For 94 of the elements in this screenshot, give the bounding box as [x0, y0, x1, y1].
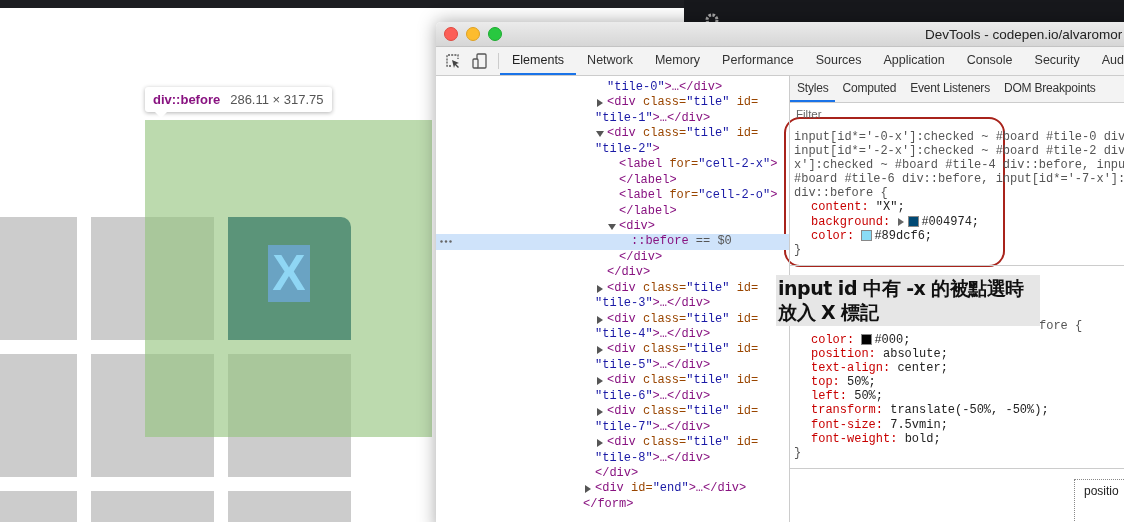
dom-node-line[interactable]: "tile-4">…</div>: [595, 327, 711, 343]
css-property[interactable]: top:: [811, 375, 840, 390]
dom-node-line[interactable]: <div class="tile" id=: [607, 342, 759, 358]
dom-node-line[interactable]: <div class="tile" id=: [607, 373, 759, 389]
dom-node-line[interactable]: <div class="tile" id=: [607, 404, 759, 420]
panel-tab[interactable]: Memory: [643, 47, 712, 75]
css-value[interactable]: center;: [897, 361, 948, 376]
panel-tab[interactable]: Security: [1023, 47, 1091, 75]
css-value[interactable]: "X";: [875, 200, 905, 215]
collapsed-arrow-icon[interactable]: [596, 346, 604, 355]
panel-tab[interactable]: Sources: [804, 47, 873, 75]
color-swatch[interactable]: [861, 334, 873, 346]
css-property[interactable]: color:: [811, 332, 855, 348]
sidebar-tab[interactable]: Styles: [790, 76, 836, 102]
box-model: positio: [1074, 478, 1124, 522]
dom-node-line[interactable]: "tile-8">…</div>: [595, 450, 711, 466]
css-brace: }: [794, 445, 803, 460]
panel-tab[interactable]: Network: [576, 47, 644, 75]
collapsed-arrow-icon[interactable]: [596, 99, 604, 108]
dom-node-line[interactable]: </form>: [583, 496, 634, 513]
css-selector: div::before {: [794, 186, 889, 201]
close-icon[interactable]: [444, 27, 458, 41]
dom-node-line[interactable]: "tile-2">: [595, 141, 660, 158]
css-value[interactable]: #89dcf6;: [874, 228, 933, 243]
dom-node-line[interactable]: <div class="tile" id=: [607, 280, 759, 297]
dom-node-line[interactable]: <label for="cell-2-o">: [619, 188, 778, 204]
collapsed-arrow-icon[interactable]: [596, 315, 604, 324]
dom-node-line[interactable]: </div>: [595, 465, 639, 482]
expand-arrow-icon[interactable]: [897, 217, 905, 226]
panel-tab[interactable]: Aud: [1090, 47, 1124, 75]
css-value[interactable]: translate(-50%, -50%);: [890, 403, 1049, 418]
ellipsis-icon[interactable]: [440, 240, 452, 244]
tooltip-size: 286.11 × 317.75: [230, 92, 324, 107]
css-property[interactable]: transform:: [811, 403, 883, 418]
dom-node-line[interactable]: <label for="cell-2-x">: [619, 157, 778, 173]
css-property[interactable]: background:: [811, 214, 891, 229]
caption-line: 放入 X 標記: [778, 300, 880, 324]
css-value[interactable]: 7.5vmin;: [890, 417, 948, 432]
board-tile[interactable]: [91, 354, 214, 477]
dom-node-line[interactable]: "tile-1">…</div>: [595, 110, 711, 127]
collapsed-arrow-icon[interactable]: [596, 439, 604, 448]
device-icon[interactable]: [472, 53, 488, 69]
css-brace: }: [794, 242, 803, 257]
window-title: DevTools - codepen.io/alvaromor: [925, 26, 1123, 42]
expanded-arrow-icon[interactable]: [596, 130, 604, 139]
collapsed-arrow-icon[interactable]: [596, 377, 604, 386]
inspect-icon[interactable]: [445, 53, 461, 69]
collapsed-arrow-icon[interactable]: [596, 284, 604, 293]
collapsed-arrow-icon[interactable]: [596, 408, 604, 417]
dom-node-line[interactable]: <div id="end">…</div>: [595, 481, 747, 497]
dom-node-line[interactable]: </label>: [619, 172, 677, 189]
panel-tab[interactable]: Performance: [711, 47, 805, 75]
dom-node-line[interactable]: "tile-5">…</div>: [595, 357, 711, 374]
css-value[interactable]: 50%;: [847, 375, 876, 390]
color-swatch[interactable]: [908, 216, 920, 228]
board-tile[interactable]: [228, 354, 351, 477]
tooltip-tag: div::before: [153, 92, 221, 107]
panel-tab[interactable]: Elements: [500, 47, 577, 75]
dom-node-line[interactable]: <div class="tile" id=: [607, 311, 759, 327]
css-property[interactable]: position:: [811, 347, 876, 362]
dom-node-line[interactable]: "tile-3">…</div>: [595, 296, 711, 312]
css-property[interactable]: color:: [811, 228, 855, 243]
dom-node-line[interactable]: "tile-0">…</div>: [607, 80, 723, 96]
css-property[interactable]: content:: [811, 200, 869, 215]
collapsed-arrow-icon[interactable]: [584, 485, 592, 494]
dom-node-line[interactable]: "tile-6">…</div>: [595, 388, 711, 405]
sidebar-tab[interactable]: DOM Breakpoints: [996, 76, 1103, 102]
dom-node-line[interactable]: </div>: [619, 249, 663, 266]
filter-field[interactable]: Filter: [796, 103, 1124, 124]
css-value[interactable]: 50%;: [854, 389, 884, 404]
dom-node-line[interactable]: </label>: [619, 203, 677, 219]
caption-line: input id 中有 -x 的被點選時: [778, 276, 1025, 300]
sidebar-tab[interactable]: Computed: [835, 76, 904, 102]
board-tile[interactable]: [91, 217, 214, 340]
css-selector: fore {: [1038, 318, 1084, 333]
css-property[interactable]: font-weight:: [811, 431, 898, 446]
css-value[interactable]: bold;: [904, 431, 941, 446]
dom-node-line[interactable]: "tile-7">…</div>: [595, 419, 711, 436]
css-value[interactable]: absolute;: [883, 347, 948, 362]
sidebar-tab[interactable]: Event Listeners: [903, 76, 997, 102]
dom-node-line[interactable]: <div>: [619, 218, 655, 235]
panel-tab[interactable]: Application: [872, 47, 956, 75]
dom-node-line[interactable]: </div>: [607, 265, 651, 281]
panel-tab[interactable]: Console: [955, 47, 1024, 75]
css-value[interactable]: #004974;: [921, 214, 980, 229]
dom-node-line[interactable]: <div class="tile" id=: [607, 435, 759, 451]
css-property[interactable]: left:: [811, 389, 847, 404]
css-value[interactable]: #000;: [874, 332, 911, 348]
color-swatch[interactable]: [861, 230, 873, 242]
css-property[interactable]: text-align:: [811, 361, 891, 376]
expanded-arrow-icon[interactable]: [608, 222, 616, 231]
dom-node-line[interactable]: <div class="tile" id=: [607, 126, 759, 142]
dom-node-line[interactable]: <div class="tile" id=: [607, 95, 759, 111]
css-property[interactable]: font-size:: [811, 417, 883, 432]
